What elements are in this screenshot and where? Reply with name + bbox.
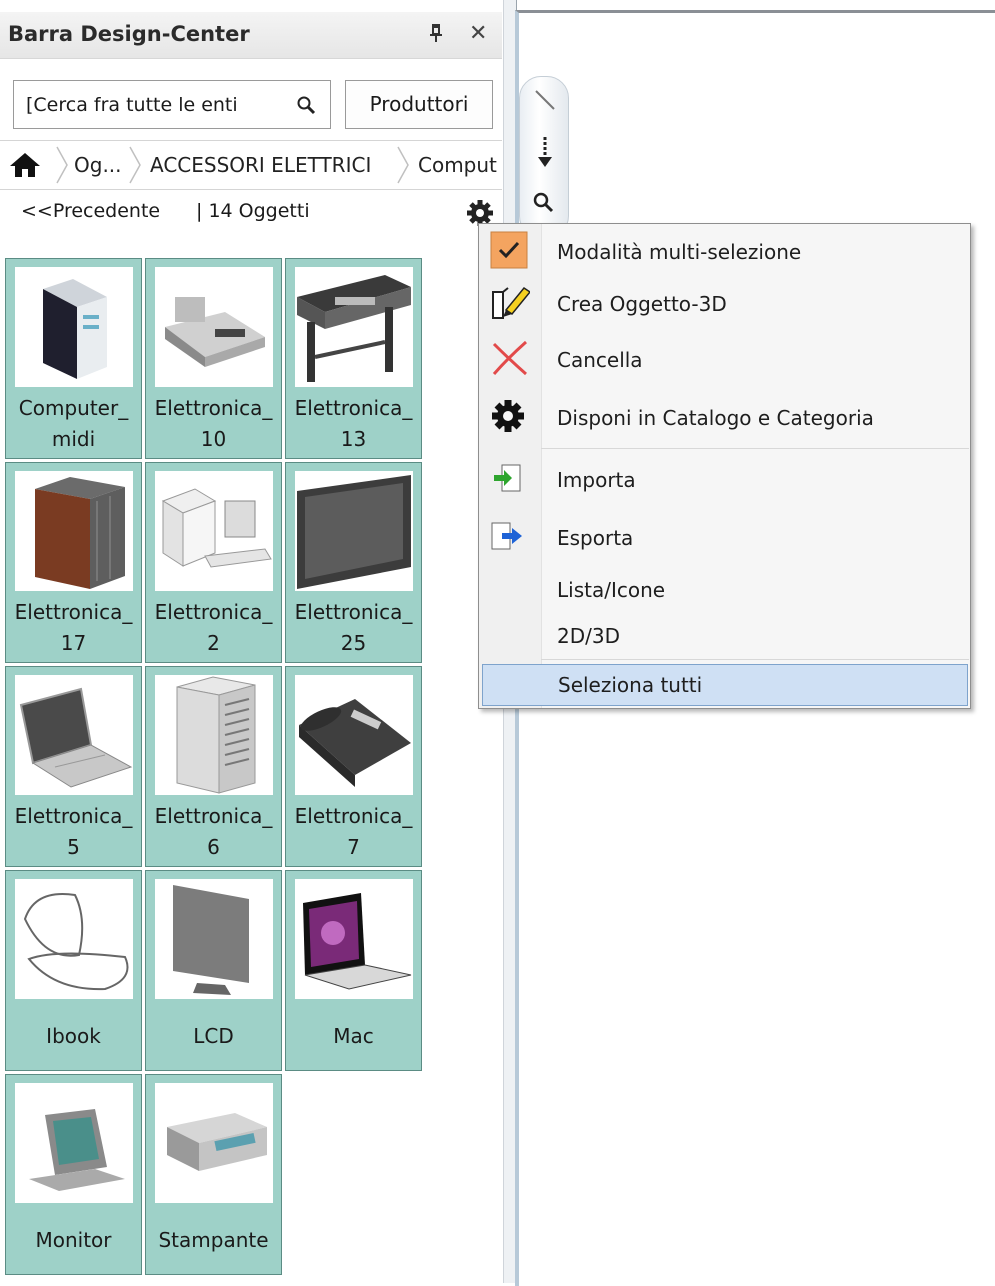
mac-pro-icon — [155, 471, 273, 591]
laptop-icon — [15, 675, 133, 795]
tile-label: Ibook — [46, 1024, 101, 1048]
desktop-tower-icon — [15, 267, 133, 387]
menu-item-label: Importa — [557, 468, 636, 492]
zoom-icon[interactable] — [532, 191, 554, 217]
menu-item-label: Disponi in Catalogo e Categoria — [557, 406, 874, 430]
search-input[interactable] — [24, 89, 278, 121]
menu-item-create-3d[interactable]: Crea Oggetto-3D — [482, 278, 968, 330]
import-icon — [490, 463, 522, 497]
panel-title: Barra Design-Center — [8, 22, 250, 46]
tile-label: Computer_ midi — [18, 396, 129, 451]
object-tile[interactable]: Monitor — [5, 1074, 142, 1275]
tile-label: Elettronica_ 7 — [294, 804, 413, 859]
plotter-icon — [295, 267, 413, 387]
menu-item-arrange-catalog[interactable]: Disponi in Catalogo e Categoria — [482, 392, 968, 444]
menu-item-label: Lista/Icone — [557, 578, 666, 602]
fax-machine-icon — [155, 267, 273, 387]
menu-item-list-icons[interactable]: Lista/Icone — [482, 564, 968, 616]
search-icon[interactable] — [296, 95, 316, 119]
object-tile[interactable]: Computer_ midi — [5, 258, 142, 459]
tile-label: Stampante — [158, 1228, 269, 1252]
arrow-down-icon[interactable] — [532, 135, 558, 173]
context-menu: Modalità multi-selezione Crea Oggetto-3D… — [478, 223, 971, 709]
search-field[interactable] — [13, 80, 331, 129]
printer-icon — [155, 1083, 273, 1203]
server-rack-icon — [155, 675, 273, 795]
menu-separator — [541, 448, 969, 449]
menu-item-label: Seleziona tutti — [558, 673, 703, 697]
nav-row: <<Precedente | 14 Oggetti — [0, 198, 502, 232]
design-center-panel: Barra Design-Center ✕ Produttori Og... A… — [0, 0, 505, 1283]
pin-icon[interactable] — [428, 23, 444, 48]
canvas-toolbar — [519, 76, 569, 238]
menu-item-multi-select[interactable]: Modalità multi-selezione — [482, 226, 968, 278]
pen-tool-icon[interactable] — [532, 87, 558, 117]
menu-item-delete[interactable]: Cancella — [482, 334, 968, 386]
tile-label: Elettronica_ 6 — [154, 804, 273, 859]
menu-item-import[interactable]: Importa — [482, 454, 968, 506]
breadcrumb: Og... ACCESSORI ELETTRICI Comput — [0, 140, 502, 190]
macbook-icon — [295, 879, 413, 999]
breadcrumb-item[interactable]: Comput — [418, 141, 497, 189]
object-tile[interactable]: Mac — [285, 870, 422, 1071]
speaker-cabinet-icon — [15, 471, 133, 591]
home-icon[interactable] — [8, 151, 42, 183]
export-icon — [490, 521, 524, 555]
tile-label: Mac — [333, 1024, 374, 1048]
object-tile[interactable]: Elettronica_ 5 — [5, 666, 142, 867]
object-tile[interactable]: LCD — [145, 870, 282, 1071]
object-tile[interactable]: Elettronica_ 2 — [145, 462, 282, 663]
crt-monitor-icon — [15, 1083, 133, 1203]
menu-item-label: Cancella — [557, 348, 643, 372]
menu-item-label: Esporta — [557, 526, 634, 550]
close-icon[interactable]: ✕ — [469, 21, 487, 46]
menu-item-label: Crea Oggetto-3D — [557, 292, 727, 316]
tile-label: Monitor — [35, 1228, 112, 1252]
tile-label: Elettronica_ 5 — [14, 804, 133, 859]
ibook-icon — [15, 879, 133, 999]
object-tile[interactable]: Elettronica_ 25 — [285, 462, 422, 663]
tile-label: Elettronica_ 13 — [294, 396, 413, 451]
menu-item-2d-3d[interactable]: 2D/3D — [482, 610, 968, 662]
delete-x-icon — [490, 338, 530, 382]
menu-item-label: Modalità multi-selezione — [557, 240, 802, 264]
menu-item-label: 2D/3D — [557, 624, 620, 648]
lcd-monitor-icon — [155, 879, 273, 999]
gear-icon — [490, 398, 526, 438]
object-tile[interactable]: Elettronica_ 7 — [285, 666, 422, 867]
object-tile[interactable]: Ibook — [5, 870, 142, 1071]
flat-screen-icon — [295, 471, 413, 591]
desk-phone-icon — [295, 675, 413, 795]
previous-link[interactable]: <<Precedente — [21, 200, 160, 222]
tile-label: Elettronica_ 10 — [154, 396, 273, 451]
produttori-button[interactable]: Produttori — [345, 80, 493, 129]
menu-item-export[interactable]: Esporta — [482, 512, 968, 564]
object-tile[interactable]: Elettronica_ 10 — [145, 258, 282, 459]
object-tile[interactable]: Elettronica_ 13 — [285, 258, 422, 459]
breadcrumb-item[interactable]: ACCESSORI ELETTRICI — [150, 141, 371, 189]
object-tile[interactable]: Elettronica_ 17 — [5, 462, 142, 663]
tile-label: Elettronica_ 17 — [14, 600, 133, 655]
panel-titlebar: Barra Design-Center ✕ — [0, 12, 502, 59]
tile-label: Elettronica_ 2 — [154, 600, 273, 655]
breadcrumb-item[interactable]: Og... — [74, 141, 122, 189]
menu-separator — [541, 659, 969, 660]
checkmark-icon — [490, 231, 528, 273]
object-count: | 14 Oggetti — [196, 200, 310, 222]
object-tile[interactable]: Stampante — [145, 1074, 282, 1275]
tile-label: Elettronica_ 25 — [294, 600, 413, 655]
menu-item-select-all[interactable]: Seleziona tutti — [482, 664, 968, 706]
tile-label: LCD — [193, 1024, 234, 1048]
object-tile[interactable]: Elettronica_ 6 — [145, 666, 282, 867]
pencil-object-icon — [490, 284, 532, 324]
